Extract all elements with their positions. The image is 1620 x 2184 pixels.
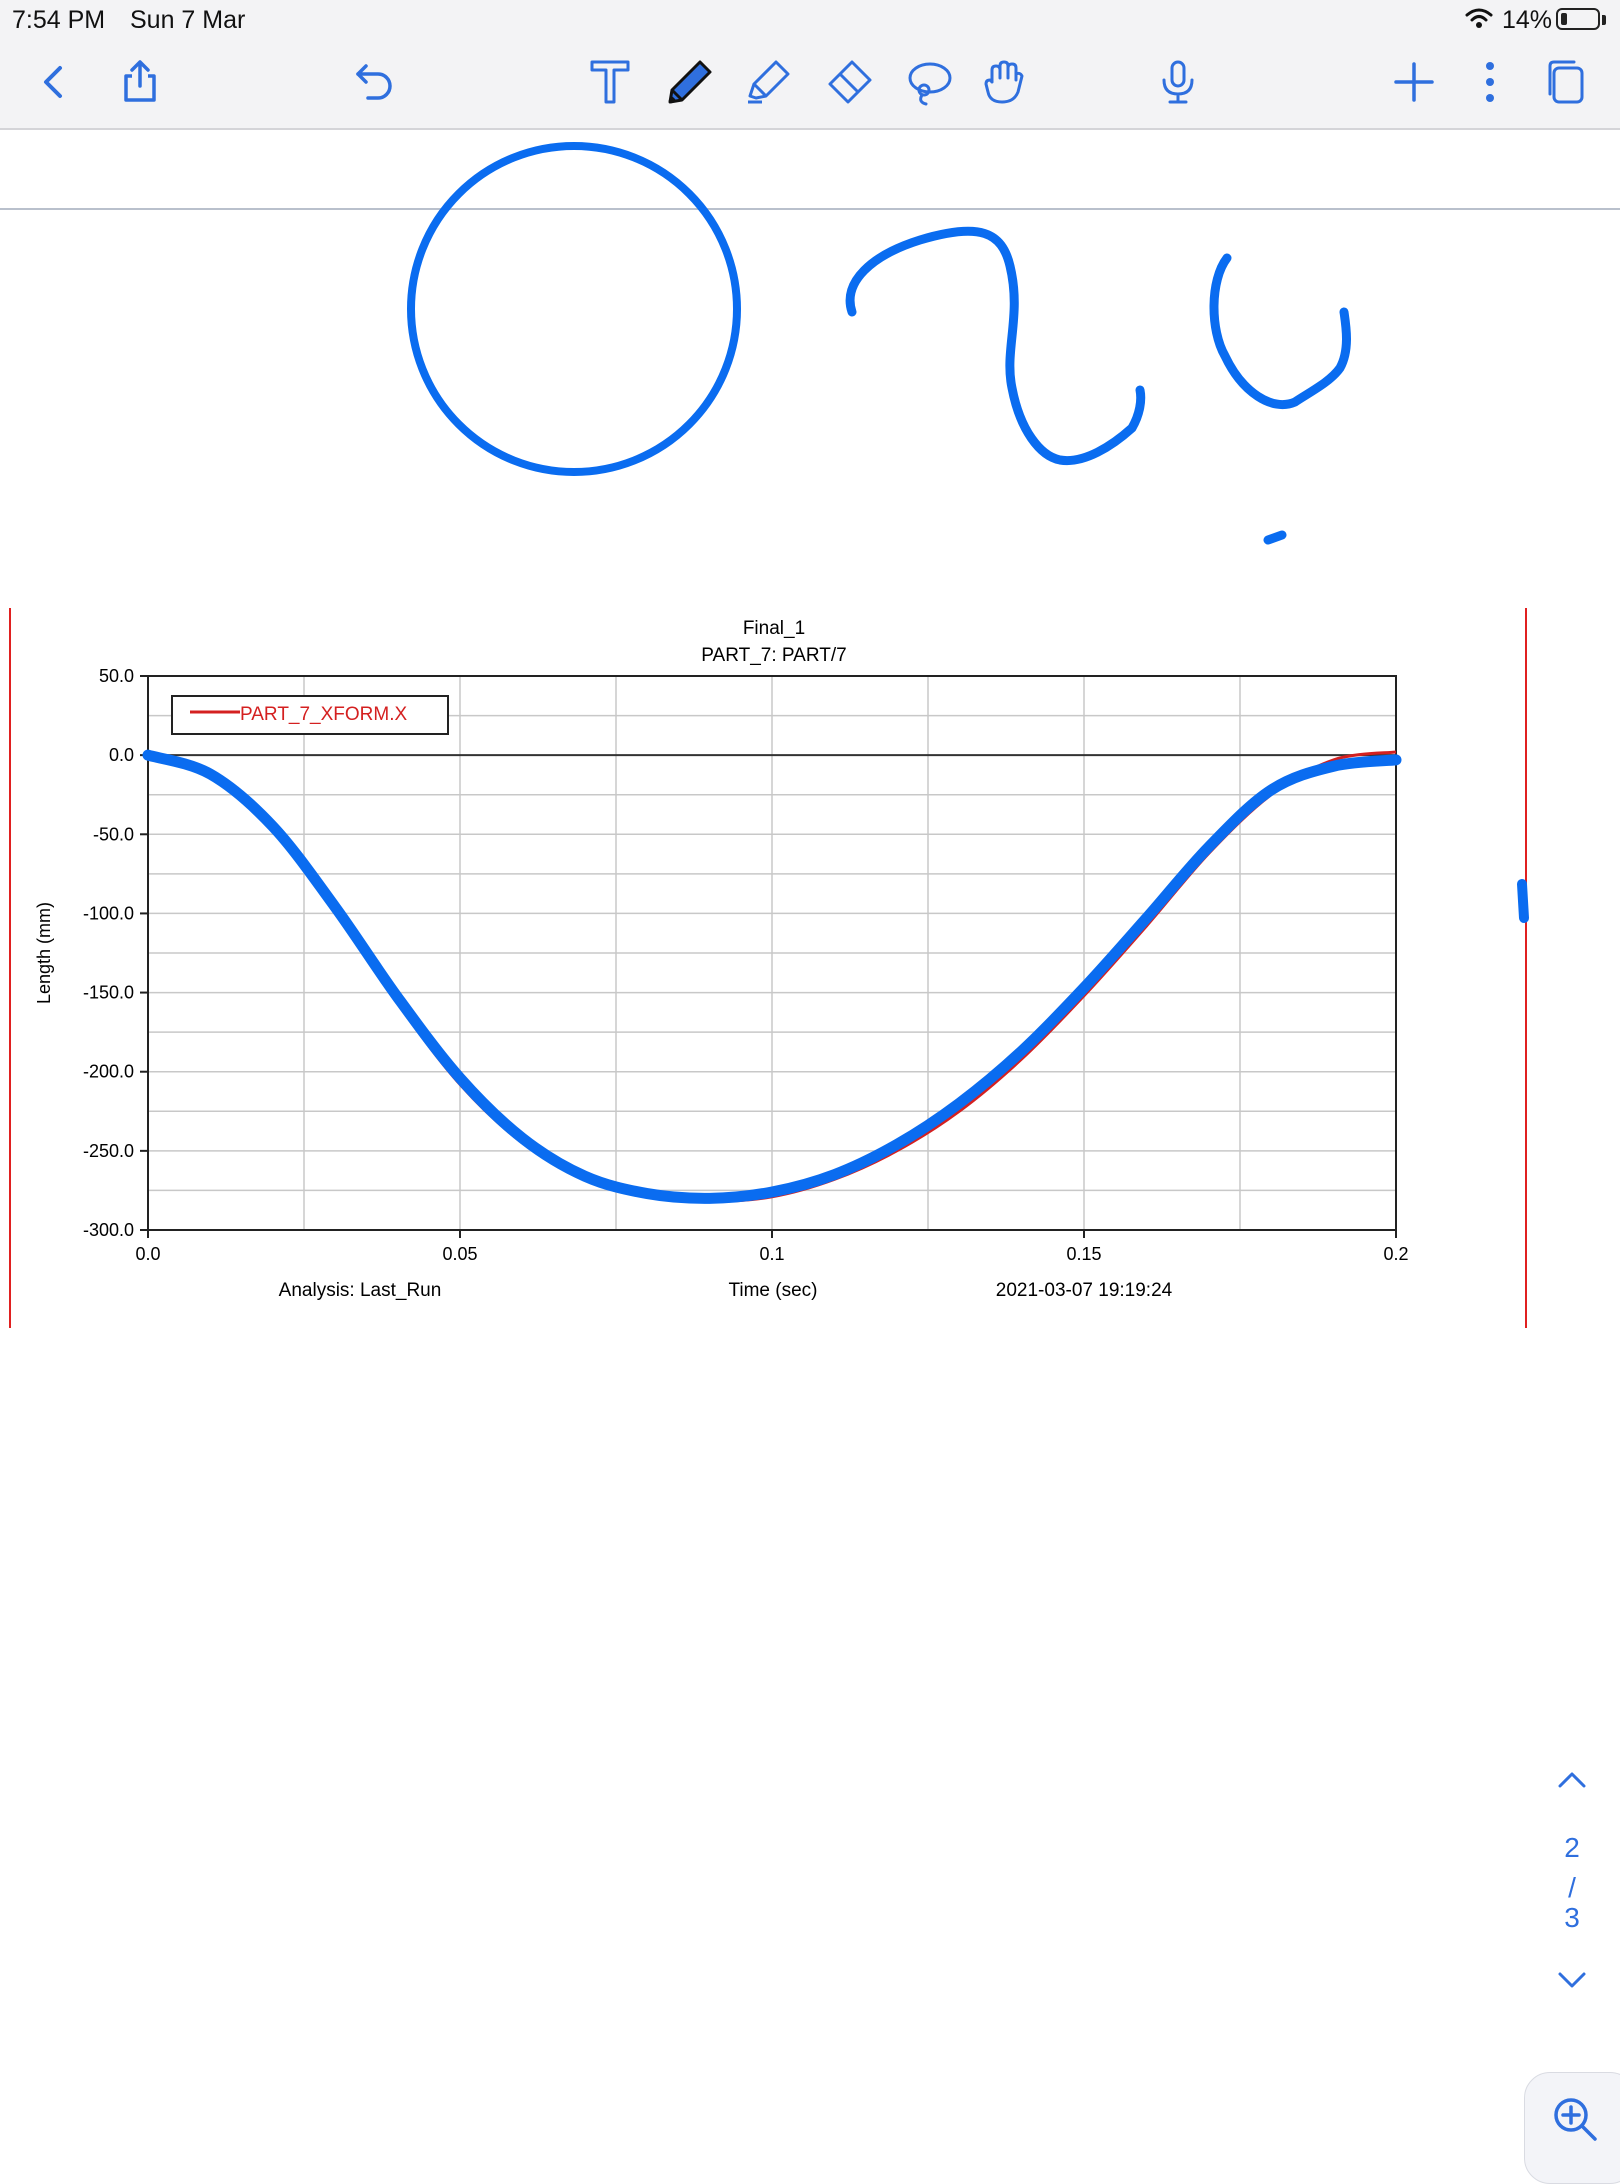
toolbar — [0, 40, 1620, 130]
zoom-in-icon — [1554, 2098, 1597, 2141]
text-tool-icon[interactable] — [578, 50, 642, 114]
y-tick-label: -200.0 — [83, 1062, 134, 1082]
add-icon[interactable] — [1382, 50, 1446, 114]
page-down-icon[interactable] — [1552, 1960, 1592, 2000]
battery-percent: 14% — [1502, 6, 1553, 34]
undo-icon[interactable] — [342, 50, 406, 114]
y-tick-label: -300.0 — [83, 1220, 134, 1240]
legend-label: PART_7_XFORM.X — [240, 704, 408, 725]
pen-tool-icon[interactable] — [658, 50, 722, 114]
ink-dot — [1263, 530, 1287, 545]
chart-legend: PART_7_XFORM.X — [171, 695, 449, 735]
hand-tool-icon[interactable] — [972, 50, 1036, 114]
y-tick-label: -50.0 — [93, 824, 134, 844]
total-pages: 3 — [1564, 1902, 1580, 1933]
battery-cap — [1602, 15, 1606, 25]
back-icon[interactable] — [22, 50, 86, 114]
x-tick-label: 0.0 — [135, 1244, 160, 1264]
analysis-label: Analysis: Last_Run — [279, 1280, 442, 1301]
eraser-tool-icon[interactable] — [816, 50, 880, 114]
ink-circle — [407, 142, 741, 476]
y-tick-label: 50.0 — [99, 666, 134, 686]
x-tick-label: 0.15 — [1066, 1244, 1101, 1264]
y-tick-label: 0.0 — [109, 745, 134, 765]
status-bar: 7:54 PM Sun 7 Mar 14% — [0, 0, 1620, 40]
x-axis-label: Time (sec) — [728, 1280, 817, 1301]
ink-u-stroke — [1209, 253, 1351, 410]
status-time: 7:54 PM — [12, 6, 106, 34]
more-icon[interactable] — [1458, 50, 1522, 114]
highlighter-tool-icon[interactable] — [736, 50, 800, 114]
y-tick-label: -100.0 — [83, 903, 134, 923]
microphone-icon[interactable] — [1146, 50, 1210, 114]
pages-icon[interactable] — [1534, 50, 1598, 114]
battery-icon — [1556, 8, 1600, 30]
x-tick-label: 0.2 — [1383, 1244, 1408, 1264]
y-tick-label: -150.0 — [83, 983, 134, 1003]
ink-two-stroke — [845, 226, 1146, 466]
x-tick-label: 0.1 — [759, 1244, 784, 1264]
page-separator: / — [1568, 1872, 1576, 1903]
page-navigator: 2 / 3 — [1540, 1760, 1604, 2000]
chart-title: Final_1 — [743, 618, 805, 639]
y-tick-label: -250.0 — [83, 1141, 134, 1161]
embedded-chart: Final_1 PART_7: PART/7 50.0 0.0 -50.0 -100.… — [8, 608, 1528, 1328]
wifi-icon — [1464, 6, 1494, 37]
x-tick-label: 0.05 — [442, 1244, 477, 1264]
y-axis-label: Length (mm) — [34, 902, 54, 1004]
status-date: Sun 7 Mar — [130, 6, 246, 34]
chart-subtitle: PART_7: PART/7 — [701, 645, 846, 666]
zoom-button[interactable] — [1524, 2072, 1620, 2184]
share-icon[interactable] — [108, 50, 172, 114]
current-page: 2 — [1564, 1832, 1580, 1863]
page-up-icon[interactable] — [1552, 1760, 1592, 1800]
lasso-tool-icon[interactable] — [896, 50, 960, 114]
timestamp-label: 2021-03-07 19:19:24 — [996, 1280, 1173, 1301]
page-divider — [0, 208, 1620, 210]
